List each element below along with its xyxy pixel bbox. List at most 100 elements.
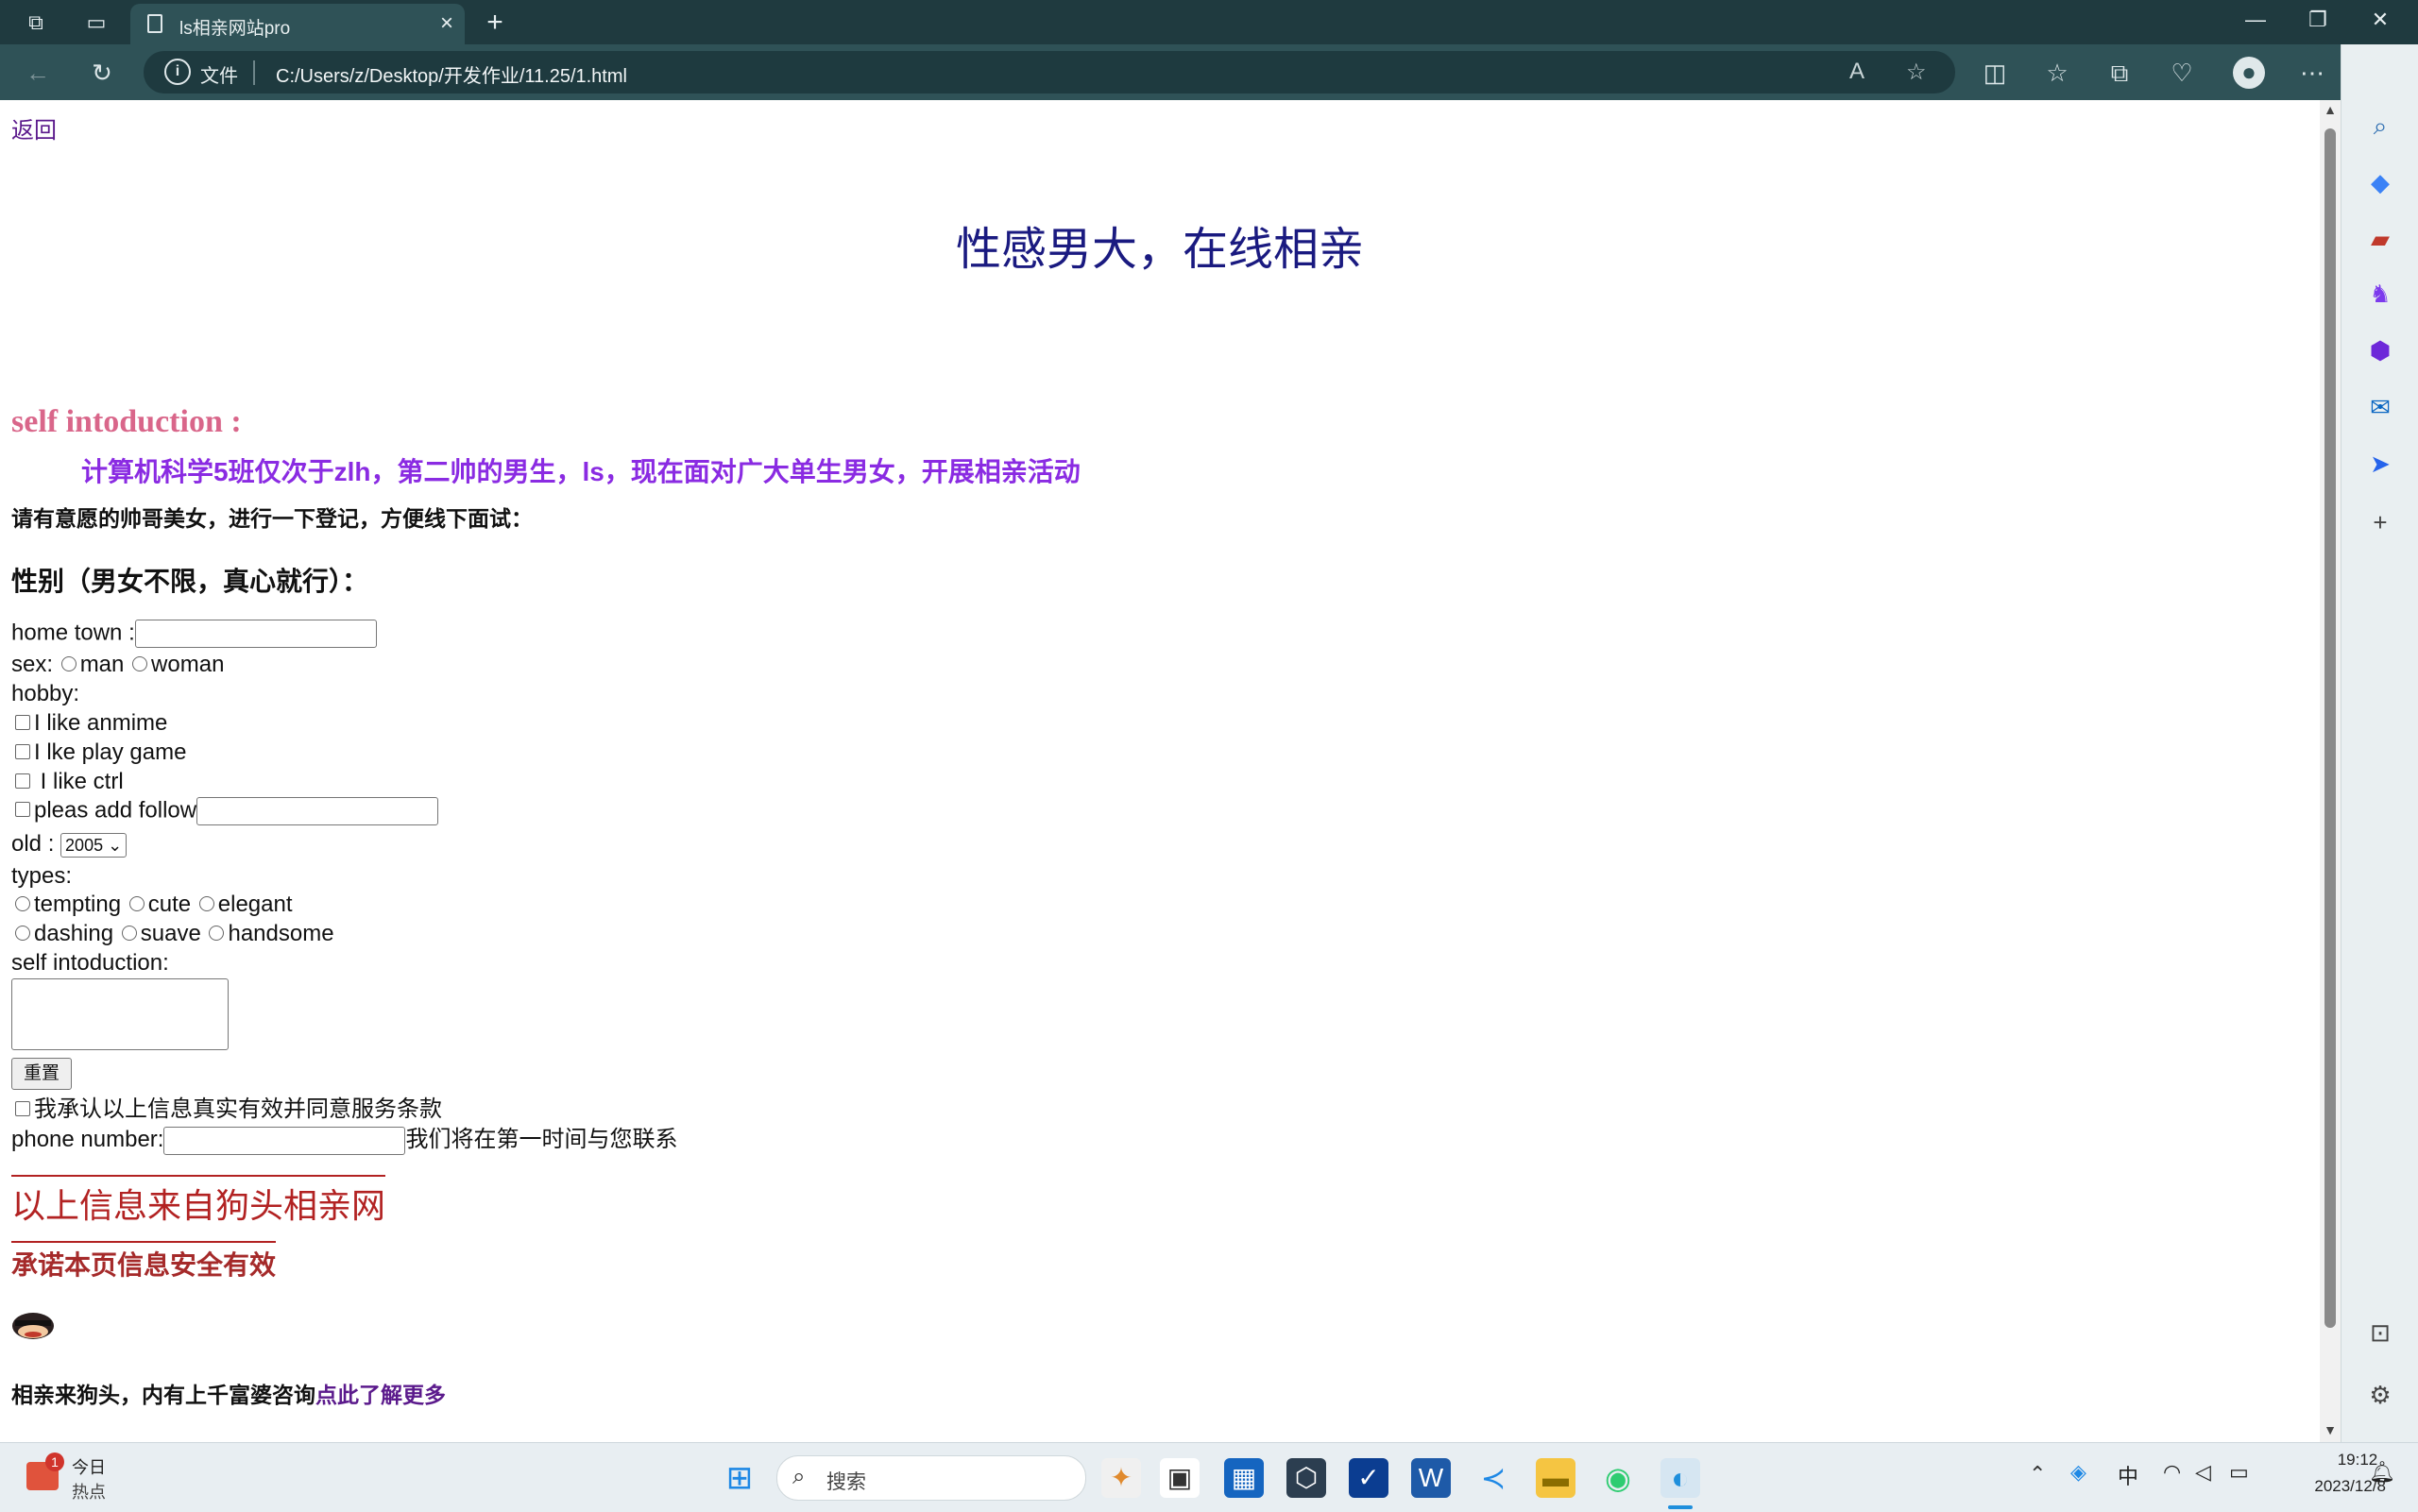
self-intro-label: self intoduction:	[11, 950, 169, 976]
maximize-icon[interactable]: ❐	[2299, 8, 2337, 32]
read-aloud-icon[interactable]: A	[1849, 59, 1865, 85]
hobby-label-3: I like ctrl	[34, 769, 124, 794]
hobby-label: hobby:	[11, 681, 80, 706]
type-radio-dashing[interactable]	[15, 925, 30, 941]
file-explorer-icon[interactable]: ▬	[1536, 1458, 1575, 1498]
type-label-handsome: handsome	[228, 921, 334, 946]
news-line-1: 今日	[72, 1458, 106, 1477]
address-separator	[253, 60, 255, 85]
edge-browser-icon[interactable]: ◐	[1660, 1458, 1700, 1498]
close-tab-icon[interactable]: ×	[440, 10, 453, 37]
phone-input[interactable]	[163, 1126, 406, 1155]
windows-start-icon[interactable]: ⊞	[720, 1458, 759, 1498]
ime-indicator[interactable]: 中	[2118, 1460, 2138, 1490]
url-text[interactable]: C:/Users/z/Desktop/开发作业/11.25/1.html	[276, 60, 627, 88]
battery-icon[interactable]: ▭	[2229, 1460, 2249, 1485]
split-screen-icon[interactable]: ◫	[1980, 58, 2010, 88]
hide-sidebar-icon[interactable]: ⊡	[2365, 1317, 2395, 1348]
copilot-preview-icon[interactable]: ✦	[1101, 1458, 1141, 1498]
wifi-icon[interactable]: ◠	[2163, 1460, 2181, 1485]
scrollbar-thumb[interactable]	[2324, 128, 2336, 1328]
type-radio-elegant[interactable]	[198, 895, 214, 911]
intro-heading: self intoduction :	[11, 404, 242, 439]
store-icon[interactable]: ▦	[1224, 1458, 1264, 1498]
dog-head-logo	[11, 1309, 55, 1341]
back-link[interactable]: 返回	[11, 111, 57, 144]
old-select[interactable]: 2005 ⌄	[60, 832, 128, 858]
notification-bell-icon[interactable]: 🔔︎	[2369, 1460, 2395, 1485]
windows-taskbar: 1 今日 热点 ⊞ ⌕ 搜索 ✦ ▣ ▦ ⬡ ✓ W ≺ ▬ ◉ ◐ ⌃ ◈ 中…	[0, 1442, 2418, 1512]
hobby-other-input[interactable]	[196, 797, 439, 825]
learn-more-link[interactable]: 点此了解更多	[315, 1383, 446, 1407]
hobby-checkbox-3[interactable]	[15, 773, 30, 789]
microsoft-365-icon[interactable]: ⬢	[2365, 335, 2395, 365]
task-view-icon[interactable]: ▣	[1160, 1458, 1200, 1498]
hobby-checkbox-2[interactable]	[15, 743, 30, 759]
collections-icon[interactable]: ⧉	[2104, 58, 2135, 88]
shopping-tag-icon[interactable]: ◆	[2365, 167, 2395, 197]
favorite-star-icon[interactable]: ☆	[1906, 59, 1927, 86]
old-row: old : 2005 ⌄	[11, 831, 128, 858]
clock-date[interactable]: 2023/12/8	[2259, 1477, 2386, 1496]
scroll-down-icon[interactable]: ▼	[2324, 1422, 2337, 1437]
file-page-icon	[147, 14, 162, 33]
type-radio-tempting[interactable]	[15, 895, 30, 911]
refresh-icon[interactable]: ↻	[87, 58, 117, 88]
tab-actions-icon[interactable]: ▭	[83, 9, 110, 36]
taskbar-search[interactable]: ⌕ 搜索	[776, 1455, 1086, 1501]
performance-icon[interactable]: ♡	[2167, 58, 2197, 88]
news-badge: 1	[45, 1453, 64, 1471]
sex-radio-man[interactable]	[60, 655, 77, 671]
vscode-icon[interactable]: ≺	[1473, 1458, 1513, 1498]
sidebar-settings-gear-icon[interactable]: ⚙	[2365, 1380, 2395, 1410]
app-cube-icon[interactable]: ⬡	[1286, 1458, 1326, 1498]
add-sidebar-app-icon[interactable]: +	[2365, 507, 2395, 537]
wechat-icon[interactable]: ◉	[1598, 1458, 1638, 1498]
minimize-icon[interactable]: —	[2237, 8, 2274, 32]
type-radio-handsome[interactable]	[209, 925, 225, 941]
browser-tab[interactable]: ls相亲网站pro ×	[130, 4, 465, 44]
hobby-checkbox-1[interactable]	[15, 714, 30, 730]
intro-text: 计算机科学5班仅次于zlh，第二帅的男生，ls，现在面对广大单生男女，开展相亲活…	[81, 457, 1081, 486]
sex-option-man: man	[79, 652, 125, 677]
sex-row: sex: man woman	[11, 652, 224, 678]
hobby-label-2: I lke play game	[34, 739, 187, 765]
types-label: types:	[11, 863, 73, 889]
address-bar[interactable]: i 文件 C:/Users/z/Desktop/开发作业/11.25/1.htm…	[144, 51, 1955, 93]
self-intro-textarea[interactable]	[11, 978, 229, 1050]
close-window-icon[interactable]: ✕	[2361, 8, 2399, 32]
volume-icon[interactable]: ◁	[2195, 1460, 2211, 1485]
favorites-icon[interactable]: ☆	[2042, 58, 2072, 88]
tools-briefcase-icon[interactable]: ▰	[2365, 224, 2395, 254]
more-menu-icon[interactable]: ⋯	[2297, 58, 2327, 88]
workspaces-icon[interactable]: ⧉	[23, 9, 49, 36]
new-tab-icon[interactable]: +	[482, 8, 508, 37]
type-radio-suave[interactable]	[121, 925, 137, 941]
old-label: old :	[11, 831, 55, 857]
profile-avatar-icon[interactable]: ●	[2233, 57, 2265, 89]
hobby-checkbox-4[interactable]	[15, 802, 30, 817]
outlook-icon[interactable]: ✉	[2365, 392, 2395, 422]
hobby-row-1: I like anmime	[13, 710, 167, 737]
games-icon[interactable]: ♞	[2365, 279, 2395, 309]
types-row-1: tempting cute elegant	[13, 892, 293, 918]
word-icon[interactable]: W	[1411, 1458, 1451, 1498]
hometown-input[interactable]	[134, 620, 377, 648]
file-scheme-label: 文件	[200, 66, 238, 87]
type-label-dashing: dashing	[34, 921, 114, 946]
reset-button[interactable]: 重置	[11, 1058, 72, 1090]
info-icon[interactable]: i	[164, 59, 191, 85]
back-arrow-icon[interactable]: ←	[23, 58, 53, 88]
web-page: 返回 性感男大，在线相亲 self intoduction : 计算机科学5班仅…	[0, 100, 2320, 1442]
show-hidden-icons-chevron-icon[interactable]: ⌃	[2029, 1462, 2046, 1487]
tray-app-icon[interactable]: ◈	[2070, 1460, 2086, 1485]
agree-checkbox[interactable]	[15, 1100, 30, 1116]
drop-icon[interactable]: ➤	[2365, 449, 2395, 479]
search-icon[interactable]: ⌕	[2365, 110, 2395, 141]
page-scrollbar[interactable]: ▲ ▼	[2320, 100, 2341, 1442]
type-radio-cute[interactable]	[128, 895, 145, 911]
sex-radio-woman[interactable]	[132, 655, 148, 671]
hometown-label: home town :	[11, 620, 135, 646]
scroll-up-icon[interactable]: ▲	[2324, 102, 2337, 117]
vpn-app-icon[interactable]: ✓	[1349, 1458, 1388, 1498]
